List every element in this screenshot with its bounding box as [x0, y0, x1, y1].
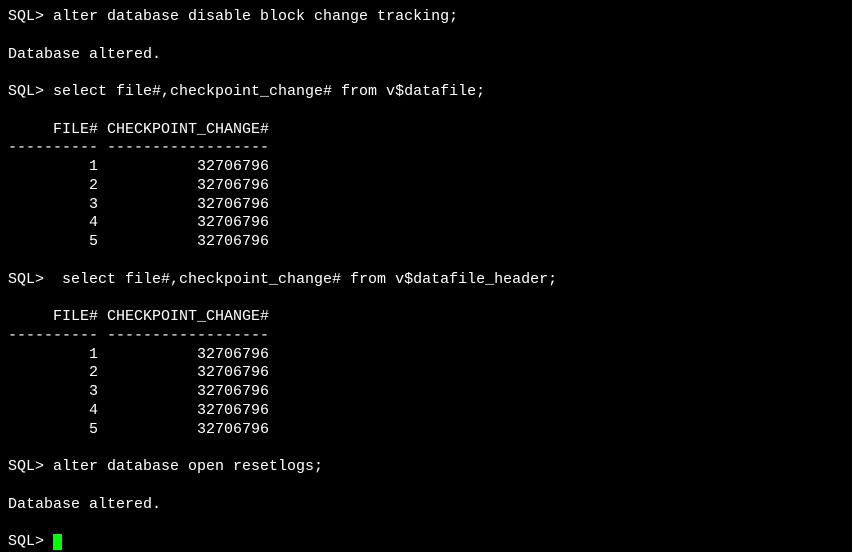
sql-command-4: SQL> alter database open resetlogs;	[8, 458, 844, 477]
blank-line	[8, 439, 844, 458]
table1-row: 5 32706796	[8, 233, 844, 252]
sql-result-4: Database altered.	[8, 496, 844, 515]
table1-divider: ---------- ------------------	[8, 139, 844, 158]
table1-row: 1 32706796	[8, 158, 844, 177]
table2-divider: ---------- ------------------	[8, 327, 844, 346]
sql-prompt-active[interactable]: SQL>	[8, 533, 844, 552]
table1-row: 4 32706796	[8, 214, 844, 233]
sql-result-1: Database altered.	[8, 46, 844, 65]
table2-row: 1 32706796	[8, 346, 844, 365]
table2-row: 3 32706796	[8, 383, 844, 402]
blank-line	[8, 102, 844, 121]
table1-row: 3 32706796	[8, 196, 844, 215]
prompt-text: SQL>	[8, 533, 53, 550]
sql-command-2: SQL> select file#,checkpoint_change# fro…	[8, 83, 844, 102]
blank-line	[8, 64, 844, 83]
blank-line	[8, 477, 844, 496]
blank-line	[8, 252, 844, 271]
table2-row: 4 32706796	[8, 402, 844, 421]
blank-line	[8, 27, 844, 46]
table1-row: 2 32706796	[8, 177, 844, 196]
blank-line	[8, 289, 844, 308]
table2-header: FILE# CHECKPOINT_CHANGE#	[8, 308, 844, 327]
sql-command-3: SQL> select file#,checkpoint_change# fro…	[8, 271, 844, 290]
blank-line	[8, 514, 844, 533]
table2-row: 5 32706796	[8, 421, 844, 440]
table1-header: FILE# CHECKPOINT_CHANGE#	[8, 121, 844, 140]
cursor-icon	[53, 534, 62, 550]
table2-row: 2 32706796	[8, 364, 844, 383]
sql-command-1: SQL> alter database disable block change…	[8, 8, 844, 27]
